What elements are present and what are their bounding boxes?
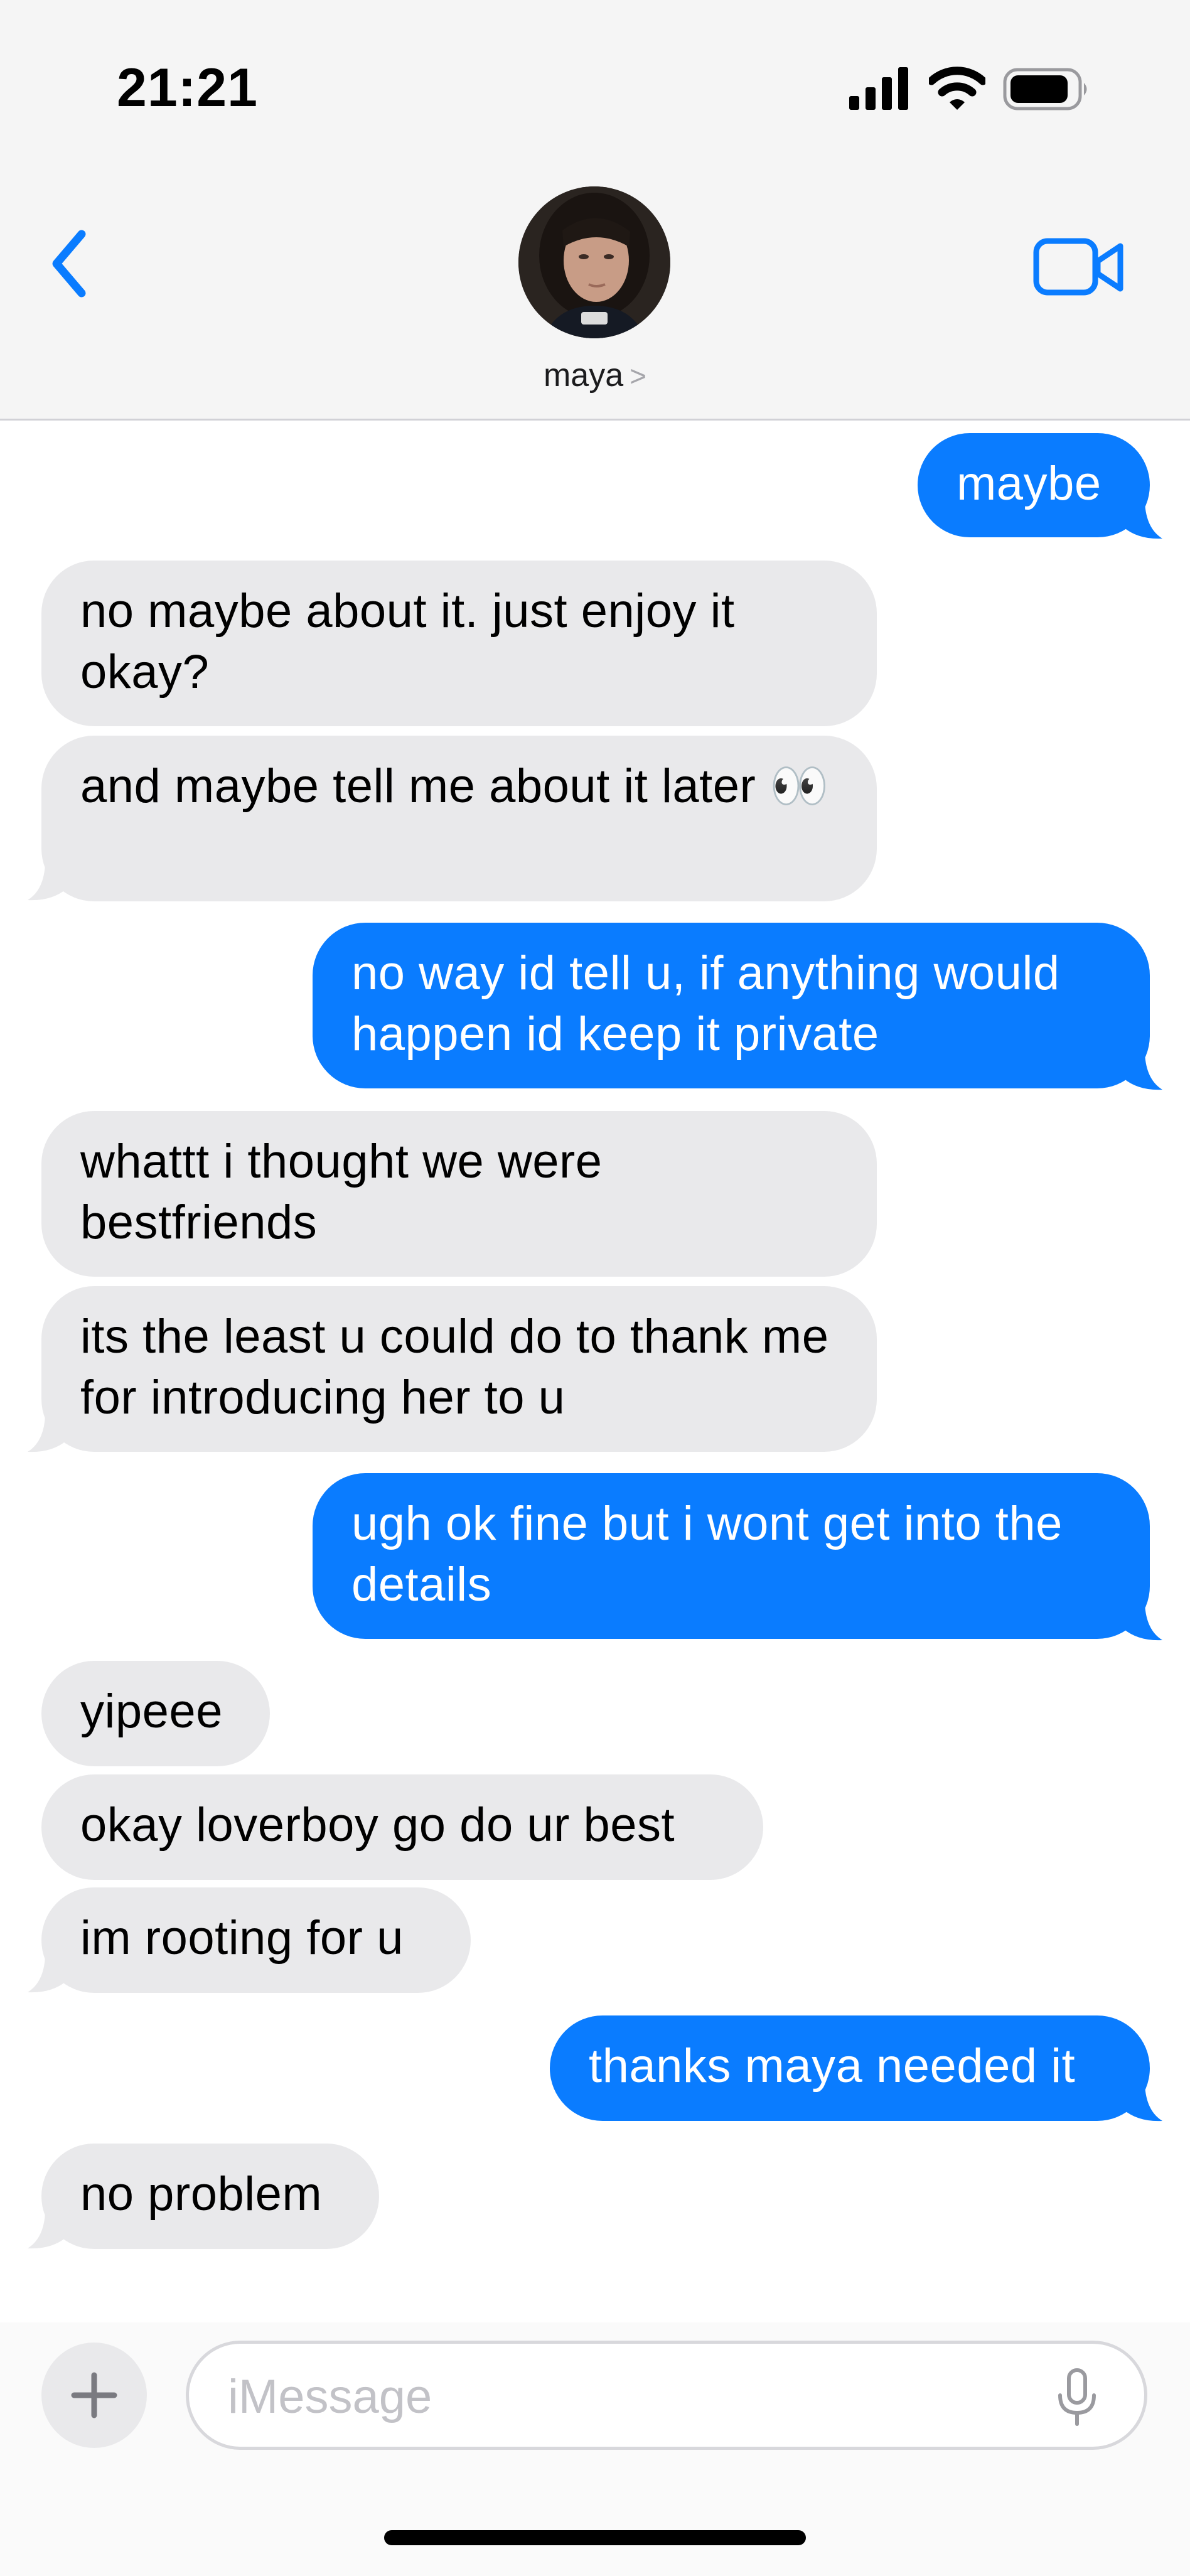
bubble-tail <box>28 1956 67 1993</box>
battery-icon <box>1003 68 1087 110</box>
contact-avatar[interactable] <box>518 186 670 338</box>
bubble-tail <box>1123 502 1162 539</box>
cellular-signal-icon <box>849 67 908 110</box>
imessage-field[interactable] <box>186 2341 1147 2450</box>
message-input[interactable] <box>227 2361 1014 2432</box>
message-incoming[interactable]: and maybe tell me about it later 👀 <box>41 736 877 901</box>
message-outgoing[interactable]: ugh ok fine but i wont get into the deta… <box>313 1473 1150 1639</box>
chevron-left-icon <box>52 230 86 298</box>
bubble-tail <box>28 1415 67 1452</box>
contact-photo <box>518 186 670 338</box>
bubble-tail <box>1123 1053 1162 1090</box>
message-incoming[interactable]: okay loverboy go do ur best <box>41 1774 763 1880</box>
apps-plus-button[interactable] <box>41 2343 147 2448</box>
bubble-tail <box>1123 2085 1162 2122</box>
plus-icon <box>71 2372 117 2418</box>
bubble-tail <box>28 2212 67 2249</box>
home-indicator <box>384 2530 806 2545</box>
chevron-right-icon: > <box>630 360 647 392</box>
bubble-tail <box>28 864 67 901</box>
message-incoming[interactable]: im rooting for u <box>41 1887 471 1993</box>
message-incoming[interactable]: no maybe about it. just enjoy it okay? <box>41 561 877 726</box>
wifi-icon <box>929 67 985 110</box>
message-incoming[interactable]: no problem <box>41 2144 379 2249</box>
message-incoming[interactable]: its the least u could do to thank me for… <box>41 1286 877 1452</box>
status-time: 21:21 <box>117 58 258 118</box>
message-outgoing[interactable]: maybe <box>918 433 1150 537</box>
video-camera-icon <box>1033 238 1123 296</box>
back-button[interactable] <box>44 223 107 304</box>
message-outgoing[interactable]: thanks maya needed it <box>550 2015 1150 2121</box>
conversation-header: 21:21 maya > <box>0 0 1190 421</box>
message-outgoing[interactable]: no way id tell u, if anything would happ… <box>313 923 1150 1088</box>
message-incoming[interactable]: yipeee <box>41 1661 270 1766</box>
facetime-video-button[interactable] <box>1032 236 1127 299</box>
message-incoming[interactable]: whattt i thought we were bestfriends <box>41 1111 877 1277</box>
contact-name[interactable]: maya <box>544 357 623 394</box>
microphone-icon[interactable] <box>1055 2368 1099 2428</box>
contact-name-row[interactable]: maya > <box>0 353 1190 399</box>
bubble-tail <box>1123 1604 1162 1641</box>
